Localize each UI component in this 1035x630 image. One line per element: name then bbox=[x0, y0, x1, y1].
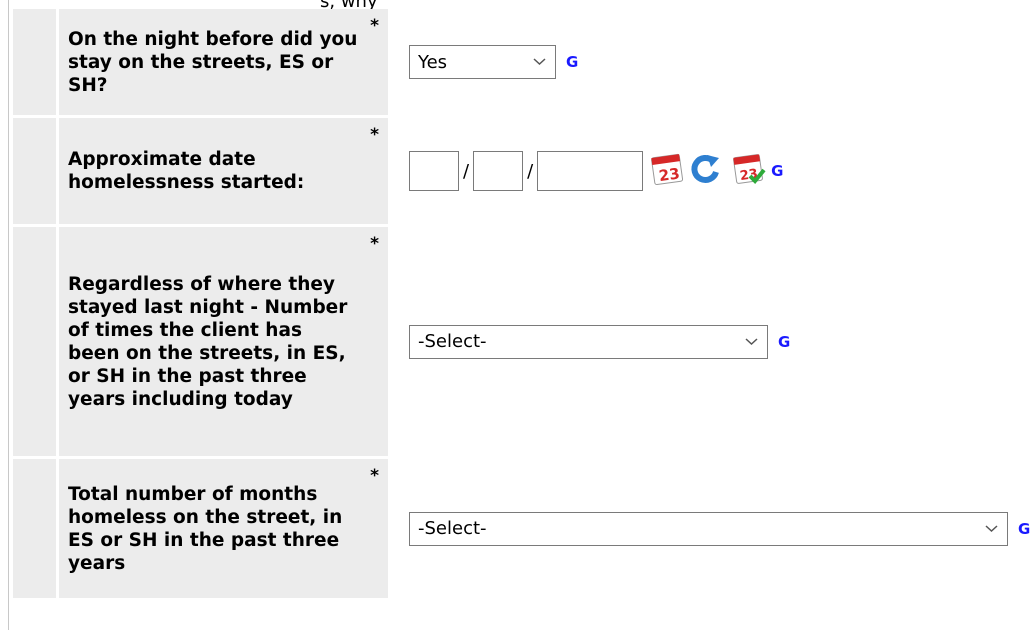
form-row-times-homeless: Regardless of where they stayed last nig… bbox=[0, 227, 1035, 456]
guide-link[interactable]: G bbox=[771, 162, 783, 180]
field-label: Total number of months homeless on the s… bbox=[68, 483, 343, 574]
select-value: -Select- bbox=[418, 518, 487, 539]
date-separator: / bbox=[527, 160, 534, 182]
required-asterisk: * bbox=[370, 125, 379, 145]
row-stub-cell bbox=[13, 118, 56, 224]
select-value: -Select- bbox=[418, 331, 487, 352]
form-row-homelessness-start-date: Approximate date homelessness started: *… bbox=[0, 118, 1035, 224]
reset-icon[interactable] bbox=[687, 152, 725, 190]
chevron-down-icon bbox=[985, 524, 998, 532]
row-stub-cell bbox=[13, 9, 56, 115]
row-stub-cell bbox=[13, 459, 56, 598]
date-year-input[interactable] bbox=[537, 151, 644, 191]
required-asterisk: * bbox=[370, 234, 379, 254]
row-stub-cell bbox=[13, 227, 56, 456]
field-label-cell: Total number of months homeless on the s… bbox=[59, 459, 388, 598]
chevron-down-icon bbox=[533, 58, 546, 66]
field-label: On the night before did you stay on the … bbox=[68, 28, 358, 96]
field-label: Regardless of where they stayed last nig… bbox=[68, 273, 348, 410]
date-day-input[interactable] bbox=[473, 151, 524, 191]
calendar-icon[interactable]: 23 bbox=[649, 152, 687, 190]
calendar-today-icon[interactable]: 23 bbox=[731, 152, 769, 190]
guide-link[interactable]: G bbox=[778, 333, 790, 351]
form-row-months-homeless: Total number of months homeless on the s… bbox=[0, 459, 1035, 598]
field-label: Approximate date homelessness started: bbox=[68, 149, 305, 193]
months-homeless-select[interactable]: -Select- bbox=[409, 511, 1008, 546]
field-label-cell: Approximate date homelessness started: * bbox=[59, 118, 388, 224]
date-month-input[interactable] bbox=[409, 151, 459, 191]
field-label-cell: Regardless of where they stayed last nig… bbox=[59, 227, 388, 456]
guide-link[interactable]: G bbox=[566, 53, 578, 71]
svg-text:23: 23 bbox=[658, 164, 681, 185]
times-homeless-select[interactable]: -Select- bbox=[409, 324, 768, 359]
guide-link[interactable]: G bbox=[1018, 520, 1030, 538]
form-row-stayed-night-before: On the night before did you stay on the … bbox=[0, 9, 1035, 115]
required-asterisk: * bbox=[370, 16, 379, 36]
field-label-cell: On the night before did you stay on the … bbox=[59, 9, 388, 115]
chevron-down-icon bbox=[745, 337, 758, 345]
select-value: Yes bbox=[418, 51, 448, 73]
stayed-night-before-select[interactable]: Yes bbox=[409, 45, 556, 79]
required-asterisk: * bbox=[370, 466, 379, 486]
date-separator: / bbox=[463, 160, 470, 182]
